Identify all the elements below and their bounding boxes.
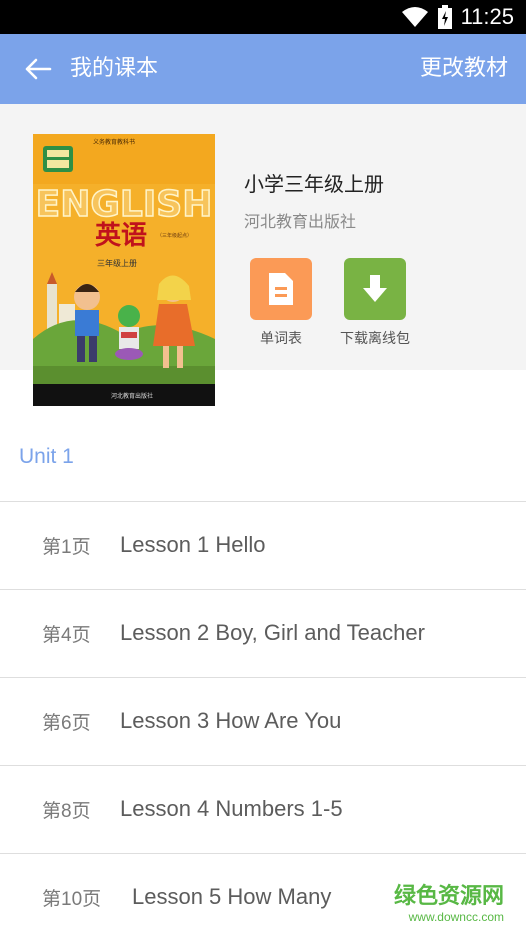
cover-grade-text: 三年级上册 <box>97 258 137 268</box>
battery-icon <box>437 5 452 29</box>
watermark-url: www.downcc.com <box>408 910 504 924</box>
lesson-page: 第6页 <box>42 713 91 734</box>
wifi-icon <box>401 7 428 27</box>
lesson-row[interactable]: 第8页 Lesson 4 Numbers 1-5 <box>0 765 526 853</box>
lesson-name: Lesson 5 How Many <box>132 884 332 909</box>
word-list-button[interactable] <box>250 258 312 320</box>
lesson-name: Lesson 2 Boy, Girl and Teacher <box>120 620 425 645</box>
book-title: 小学三年级上册 <box>244 172 384 196</box>
cover-english-text: ENGLISH <box>36 184 213 225</box>
word-list-label: 单词表 <box>260 331 302 347</box>
download-offline-label: 下载离线包 <box>340 331 410 347</box>
lesson-page: 第4页 <box>42 625 91 646</box>
lesson-row[interactable]: 第6页 Lesson 3 How Are You <box>0 677 526 765</box>
status-icons: 11:25 <box>401 4 514 30</box>
lesson-page: 第8页 <box>42 801 91 822</box>
cover-edition-text: （三年级起点） <box>157 232 192 239</box>
app-bar: 我的课本 更改教材 <box>0 34 526 104</box>
change-textbook-button[interactable]: 更改教材 <box>420 54 508 84</box>
unit-title: Unit 1 <box>19 445 74 468</box>
status-time: 11:25 <box>460 4 514 29</box>
cover-press-text: 河北教育出版社 <box>111 392 153 400</box>
lesson-page: 第10页 <box>42 889 102 910</box>
lesson-name: Lesson 3 How Are You <box>120 708 342 733</box>
book-publisher: 河北教育出版社 <box>244 212 357 231</box>
back-button[interactable] <box>20 54 56 84</box>
lesson-name: Lesson 4 Numbers 1-5 <box>120 796 343 821</box>
back-arrow-icon <box>25 58 52 80</box>
book-cover-image[interactable]: ENGLISH 英语 三年级上册 （三年级起点） 义务教育教科书 河北教育出版社 <box>33 134 215 406</box>
watermark: 绿色资源网 www.downcc.com <box>394 878 504 924</box>
book-cover-art: ENGLISH 英语 三年级上册 （三年级起点） 义务教育教科书 河北教育出版社 <box>33 134 215 406</box>
lesson-name: Lesson 1 Hello <box>120 532 266 557</box>
cover-top-text: 义务教育教科书 <box>93 138 135 146</box>
status-bar: 11:25 <box>0 0 526 34</box>
cover-chinese-text: 英语 <box>95 221 147 251</box>
lesson-list: 第1页 Lesson 1 Hello 第4页 Lesson 2 Boy, Gir… <box>0 501 526 941</box>
lesson-row[interactable]: 第1页 Lesson 1 Hello <box>0 501 526 589</box>
document-icon <box>269 273 293 305</box>
watermark-main: 绿色资源网 <box>393 884 504 909</box>
lesson-row[interactable]: 第4页 Lesson 2 Boy, Girl and Teacher <box>0 589 526 677</box>
page-title: 我的课本 <box>70 56 159 81</box>
download-offline-button[interactable] <box>344 258 406 320</box>
download-icon <box>363 275 387 302</box>
lesson-page: 第1页 <box>42 537 91 558</box>
